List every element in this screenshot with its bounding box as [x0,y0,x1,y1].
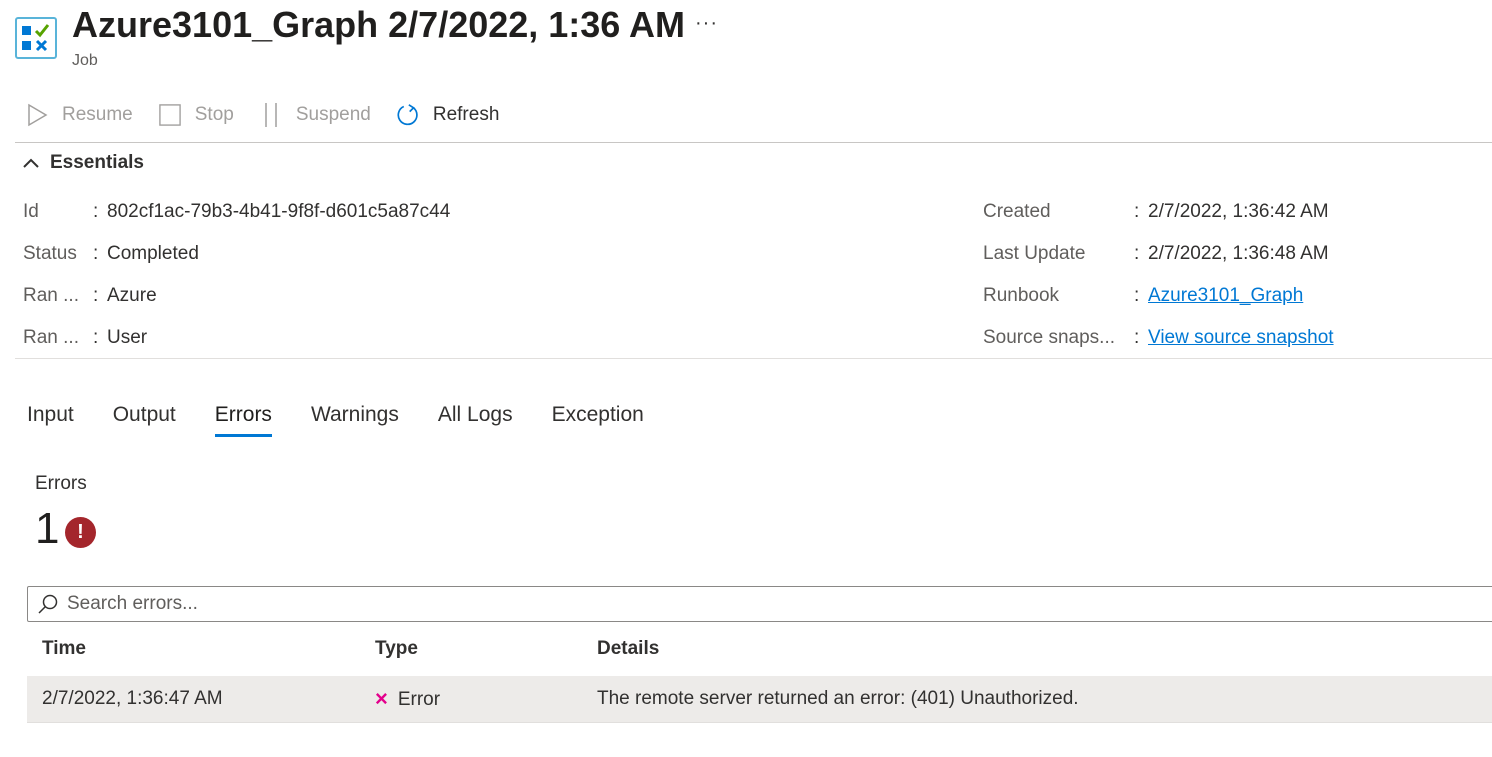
job-tabs: Input Output Errors Warnings All Logs Ex… [27,403,683,437]
resume-button[interactable]: Resume [26,102,133,128]
errors-summary-label: Errors [35,473,87,494]
tab-all-logs[interactable]: All Logs [438,403,513,437]
resume-label: Resume [62,104,133,125]
job-checklist-icon [15,17,57,59]
errors-count: 1 [35,504,60,553]
refresh-icon [397,102,419,128]
tab-exception[interactable]: Exception [552,403,644,437]
error-badge-icon: ! [65,517,96,548]
property-key: Ran ... [23,327,79,348]
property-id: Id:802cf1ac-79b3-4b41-9f8f-d601c5a87c44 [23,201,451,222]
row-details: The remote server returned an error: (40… [597,688,1079,709]
tab-output[interactable]: Output [113,403,176,437]
tab-warnings[interactable]: Warnings [311,403,399,437]
property-value: Completed [107,243,199,264]
stop-button[interactable]: Stop [158,102,234,128]
property-ran-by: Ran ...: User [23,327,148,348]
property-key: Source snaps... [983,327,1116,348]
property-key: Status [23,243,77,264]
suspend-label: Suspend [295,104,371,125]
property-source-snapshot: Source snaps...: View source snapshot [983,327,1334,348]
column-header-type[interactable]: Type [375,638,418,660]
command-bar: Resume Stop Suspend Refresh [26,100,525,130]
chevron-up-icon [23,158,39,168]
property-key: Ran ... [23,285,79,306]
search-icon [38,594,58,614]
property-created: Created:2/7/2022, 1:36:42 AM [983,201,1329,222]
property-key: Id [23,201,39,222]
search-box [27,586,1492,622]
more-options-button[interactable]: ··· [695,12,718,35]
view-source-snapshot-link[interactable]: View source snapshot [1148,327,1334,348]
property-status: Status: Completed [23,243,199,264]
tab-input[interactable]: Input [27,403,74,437]
suspend-button[interactable]: Suspend [260,102,371,128]
column-header-time[interactable]: Time [42,638,86,660]
play-icon [26,102,48,128]
property-runbook: Runbook: Azure3101_Graph [983,285,1304,306]
property-key: Runbook [983,285,1060,306]
row-time: 2/7/2022, 1:36:47 AM [42,688,223,709]
property-last-update: Last Update:2/7/2022, 1:36:48 AM [983,243,1329,264]
property-value: Azure [107,285,157,306]
search-errors-input[interactable] [65,592,1365,616]
essentials-divider [15,358,1492,359]
property-value: 2/7/2022, 1:36:48 AM [1148,243,1329,264]
page-subtitle: Job [72,52,98,69]
pause-icon [260,102,282,128]
toolbar-divider [15,142,1492,143]
row-type-label: Error [397,689,441,710]
column-header-details[interactable]: Details [597,638,659,660]
property-key: Last Update [983,243,1086,264]
refresh-button[interactable]: Refresh [397,102,500,128]
stop-label: Stop [194,104,234,125]
property-value: User [107,327,148,348]
refresh-label: Refresh [432,104,500,125]
essentials-label: Essentials [50,152,144,173]
essentials-toggle[interactable]: Essentials [22,152,144,174]
property-value: 802cf1ac-79b3-4b41-9f8f-d601c5a87c44 [107,201,451,222]
property-value: 2/7/2022, 1:36:42 AM [1148,201,1329,222]
property-ran-on: Ran ...: Azure [23,285,157,306]
runbook-link[interactable]: Azure3101_Graph [1148,285,1303,306]
tab-errors[interactable]: Errors [214,403,273,437]
stop-icon [158,102,181,128]
row-type: × Error [375,686,441,712]
page-title: Azure3101_Graph 2/7/2022, 1:36 AM [72,4,685,45]
error-x-icon: × [375,686,388,711]
property-key: Created [983,201,1051,222]
